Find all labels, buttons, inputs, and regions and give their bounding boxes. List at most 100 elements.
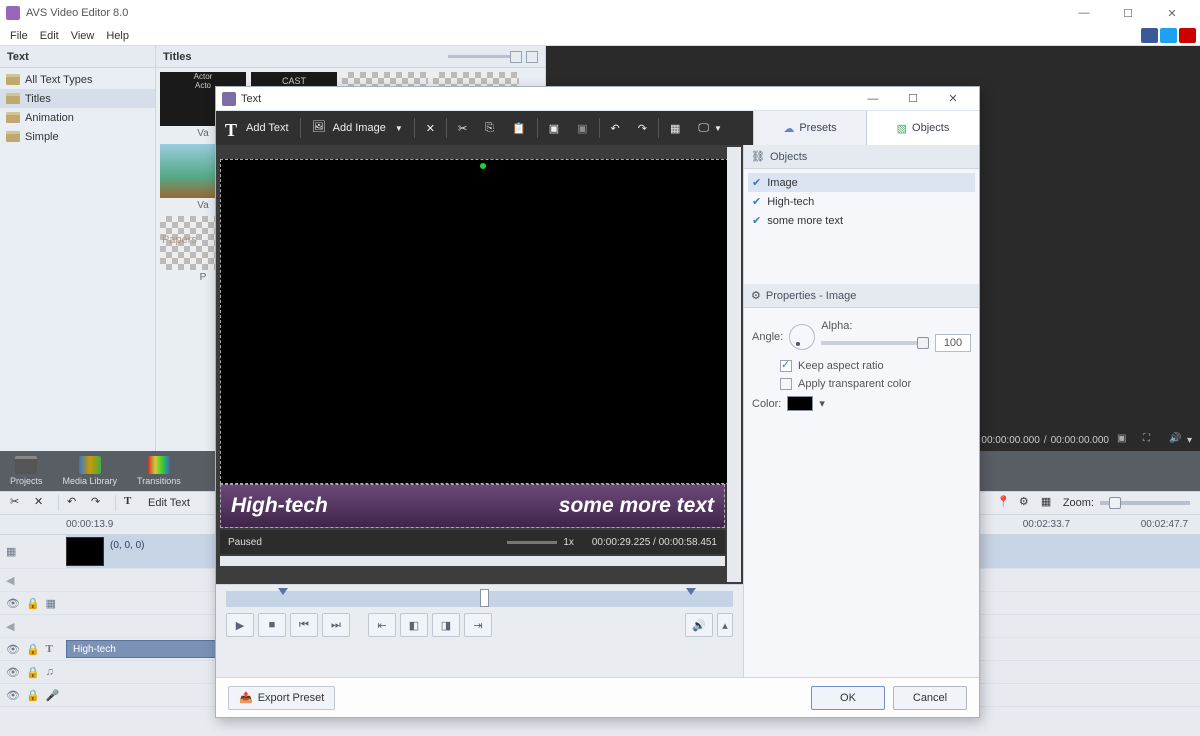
tree-animation[interactable]: Animation <box>0 108 155 127</box>
dialog-toolbar: TAdd Text 🖼Add Image▼ ✕ ✂ ⎘ 📋 ▣ ▣ ↶ ↷ ▦ … <box>216 111 979 145</box>
stop-button[interactable]: ■ <box>258 613 286 637</box>
ok-button[interactable]: OK <box>811 686 885 710</box>
color-dropdown[interactable]: ▾ <box>819 397 825 410</box>
thumb-view-toggle[interactable] <box>526 51 538 63</box>
preview-v-scrollbar[interactable] <box>727 147 741 582</box>
angle-knob[interactable] <box>789 324 815 350</box>
menu-help[interactable]: Help <box>100 28 135 44</box>
preview-status: Paused 1x 00:00:29.225 / 00:00:58.451 <box>220 530 725 554</box>
youtube-icon[interactable] <box>1179 28 1196 43</box>
menu-file[interactable]: File <box>4 28 34 44</box>
preview-h-scrollbar[interactable] <box>220 556 725 566</box>
twitter-icon[interactable] <box>1160 28 1177 43</box>
media-library-button[interactable]: Media Library <box>63 456 118 486</box>
marker-icon[interactable]: 📍 <box>997 495 1013 511</box>
play-button[interactable]: ▶ <box>226 613 254 637</box>
aspect-icon[interactable]: 🖵▼ <box>689 111 731 145</box>
redo-icon[interactable]: ↷ <box>91 495 107 511</box>
app-logo <box>6 6 20 20</box>
dialog-title: Text <box>241 93 261 105</box>
menu-view[interactable]: View <box>65 28 101 44</box>
mark-out[interactable] <box>686 588 696 595</box>
mark-in[interactable] <box>278 588 288 595</box>
copy-icon[interactable]: ⎘ <box>476 111 503 145</box>
text-tool-icon[interactable]: T <box>124 495 140 511</box>
edit-text-label[interactable]: Edit Text <box>148 497 190 509</box>
menu-edit[interactable]: Edit <box>34 28 65 44</box>
object-row-more[interactable]: ✔some more text <box>748 211 975 230</box>
volume-button[interactable]: 🔊 <box>685 613 713 637</box>
dialog-maximize[interactable]: ☐ <box>893 87 933 111</box>
close-button[interactable]: ✕ <box>1150 0 1194 26</box>
dialog-titlebar: Text — ☐ ✕ <box>216 87 979 111</box>
undo-icon[interactable]: ↶ <box>602 111 629 145</box>
objects-list-header: ⛓Objects <box>744 145 979 169</box>
grid-icon[interactable]: ▦ <box>661 111 689 145</box>
trim-left-button[interactable]: ◧ <box>400 613 428 637</box>
dialog-minimize[interactable]: — <box>853 87 893 111</box>
add-image-button[interactable]: 🖼Add Image▼ <box>303 111 412 145</box>
sliders-icon[interactable]: ⚙ <box>1019 495 1035 511</box>
mark-out-button[interactable]: ⇥ <box>464 613 492 637</box>
properties-header: ⚙Properties - Image <box>744 284 979 308</box>
presets-tab[interactable]: ☁Presets <box>753 111 866 145</box>
paste-icon[interactable]: 📋 <box>503 111 535 145</box>
tree-titles[interactable]: Titles <box>0 89 155 108</box>
keep-aspect-checkbox[interactable] <box>780 360 792 372</box>
projects-button[interactable]: Projects <box>10 456 43 486</box>
menu-bar: File Edit View Help <box>0 26 1200 46</box>
overlay-text-left: High-tech <box>231 494 328 518</box>
volume-icon[interactable]: 🔊 <box>1169 433 1187 447</box>
tree-simple[interactable]: Simple <box>0 127 155 146</box>
send-back-icon[interactable]: ▣ <box>568 111 596 145</box>
apply-transparent-checkbox[interactable] <box>780 378 792 390</box>
zoom-label: Zoom: <box>1063 497 1094 509</box>
cancel-button[interactable]: Cancel <box>893 686 967 710</box>
facebook-icon[interactable] <box>1141 28 1158 43</box>
app-title: AVS Video Editor 8.0 <box>26 7 128 19</box>
add-text-button[interactable]: TAdd Text <box>216 111 298 145</box>
tree-all-text-types[interactable]: All Text Types <box>0 70 155 89</box>
prev-frame-button[interactable]: ⏮ <box>290 613 318 637</box>
object-row-hightech[interactable]: ✔High-tech <box>748 192 975 211</box>
rotation-handle[interactable] <box>480 163 486 169</box>
alpha-value[interactable]: 100 <box>935 334 971 352</box>
transitions-button[interactable]: Transitions <box>137 456 181 486</box>
next-frame-button[interactable]: ⏭ <box>322 613 350 637</box>
fullscreen-icon[interactable]: ⛶ <box>1143 433 1161 447</box>
color-swatch[interactable] <box>787 396 813 411</box>
objects-list: ✔Image ✔High-tech ✔some more text <box>744 169 979 234</box>
color-label: Color: <box>752 398 781 410</box>
delete-icon[interactable]: ✕ <box>417 111 444 145</box>
objects-tab[interactable]: ▧Objects <box>866 111 979 145</box>
ruler-time-mid: 00:02:33.7 <box>1023 519 1070 530</box>
playhead[interactable] <box>480 589 489 607</box>
trim-right-button[interactable]: ◨ <box>432 613 460 637</box>
cut-icon[interactable]: ✂ <box>10 495 26 511</box>
bring-front-icon[interactable]: ▣ <box>540 111 568 145</box>
alpha-slider[interactable] <box>821 341 929 345</box>
preview-video-frame[interactable] <box>220 159 739 484</box>
snapshot-icon[interactable]: ▣ <box>1117 433 1135 447</box>
thumb-zoom-slider[interactable] <box>448 55 518 58</box>
dialog-preview: High-tech some more text Paused 1x 00:00… <box>216 145 743 677</box>
mark-in-button[interactable]: ⇤ <box>368 613 396 637</box>
zoom-slider[interactable] <box>1100 501 1190 505</box>
dialog-close[interactable]: ✕ <box>933 87 973 111</box>
title-overlay[interactable]: High-tech some more text <box>220 484 725 528</box>
cut-icon[interactable]: ✂ <box>449 111 476 145</box>
ruler-time-end: 00:02:47.7 <box>1141 519 1188 530</box>
export-preset-button[interactable]: 📤Export Preset <box>228 686 335 710</box>
ruler-time-start: 00:00:13.9 <box>66 519 113 530</box>
minimize-button[interactable]: — <box>1062 0 1106 26</box>
delete-icon[interactable]: ✕ <box>34 495 50 511</box>
volume-menu[interactable]: ▴ <box>717 613 733 637</box>
playback-slider[interactable] <box>226 591 733 607</box>
maximize-button[interactable]: ☐ <box>1106 0 1150 26</box>
film-icon[interactable]: ▦ <box>1041 495 1057 511</box>
undo-icon[interactable]: ↶ <box>67 495 83 511</box>
dialog-icon <box>222 92 236 106</box>
redo-icon[interactable]: ↷ <box>629 111 656 145</box>
alpha-label: Alpha: <box>821 320 971 332</box>
object-row-image[interactable]: ✔Image <box>748 173 975 192</box>
